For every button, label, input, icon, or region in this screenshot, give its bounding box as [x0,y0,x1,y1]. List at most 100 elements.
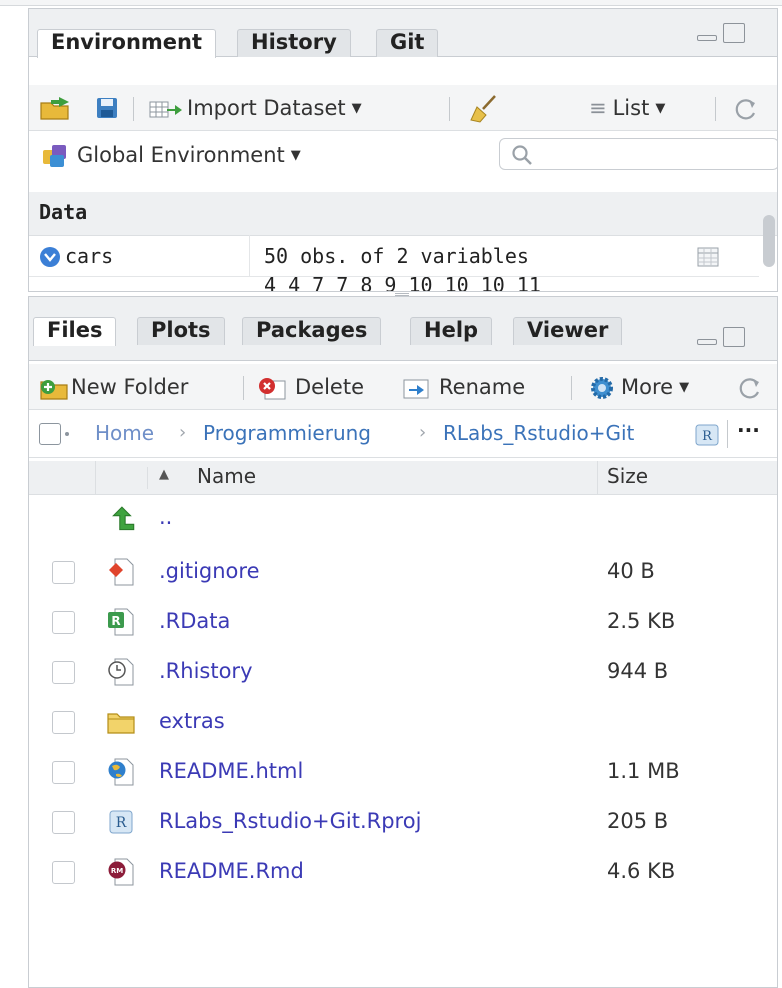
load-workspace-icon[interactable] [39,95,75,121]
files-pane: Files Plots Packages Help Viewer New Fol… [28,296,778,988]
list-lines-icon: ≡ [589,96,607,120]
breadcrumb-dot-icon [65,432,69,436]
data-section-title: Data [39,200,88,224]
environment-scrollbar[interactable] [763,215,775,267]
tab-history[interactable]: History [237,29,351,57]
history-file-icon [108,658,134,686]
environment-selector-label: Global Environment [77,143,285,167]
file-size: 40 B [607,559,655,583]
file-name[interactable]: .gitignore [159,559,260,583]
file-name[interactable]: extras [159,709,225,733]
file-checkbox[interactable] [52,561,75,584]
column-divider [597,461,598,495]
tab-files[interactable]: Files [33,317,117,346]
environment-row[interactable]: cars 50 obs. of 2 variables [29,235,759,277]
breadcrumb-separator-icon: › [179,422,187,443]
files-tabbar: Files Plots Packages Help Viewer [29,297,777,361]
column-divider [95,461,96,495]
breadcrumb-separator-icon: › [419,422,427,443]
tab-help[interactable]: Help [410,317,493,345]
environment-row-name: cars [65,244,114,268]
chevron-down-icon: ▼ [351,101,362,116]
new-folder-label: New Folder [71,375,189,399]
breadcrumb-more-button[interactable]: ··· [737,418,760,442]
environment-pane: Environment History Git Import Dataset ▼… [28,8,778,292]
breadcrumb-home[interactable]: Home [95,410,154,456]
minimize-pane-icon[interactable] [697,339,717,345]
new-folder-button[interactable]: New Folder [39,364,188,410]
file-row[interactable]: .gitignore 40 B [29,547,777,597]
select-all-checkbox[interactable] [39,423,61,445]
file-name[interactable]: .Rhistory [159,659,253,683]
file-row[interactable]: README.html 1.1 MB [29,747,777,797]
file-size: 1.1 MB [607,759,680,783]
toolbar-separator [727,420,728,448]
file-checkbox[interactable] [52,611,75,634]
toolbar-separator [243,376,244,400]
files-toolbar: New Folder Delete Rename More ▼ [29,364,777,410]
tab-git[interactable]: Git [376,29,439,57]
environment-selector[interactable]: Global Environment ▼ [41,135,301,175]
rproj-file-icon: R [109,810,133,834]
expand-data-icon[interactable] [39,246,61,268]
maximize-pane-icon[interactable] [723,23,745,43]
tab-environment[interactable]: Environment [37,29,217,58]
save-workspace-icon[interactable] [95,96,119,120]
folder-icon [107,713,135,734]
import-dataset-icon [149,101,182,118]
files-column-header: ▲ Name Size [29,461,777,495]
file-size: 4.6 KB [607,859,676,883]
tab-plots[interactable]: Plots [137,317,225,345]
delete-button[interactable]: Delete [257,364,364,410]
import-dataset-button[interactable]: Import Dataset ▼ [149,85,362,131]
name-column-header[interactable]: Name [197,464,256,488]
breadcrumb-current[interactable]: RLabs_Rstudio+Git [443,410,634,456]
window-top-edge [0,0,782,6]
svg-text:R: R [116,815,127,831]
file-row[interactable]: RM README.Rmd 4.6 KB [29,847,777,897]
file-name[interactable]: README.html [159,759,303,783]
project-icon[interactable]: R [695,424,719,446]
file-row[interactable]: .Rhistory 944 B [29,647,777,697]
data-section-header: Data [29,192,777,236]
svg-text:RM: RM [111,867,123,875]
minimize-pane-icon[interactable] [697,35,717,41]
file-size: 2.5 KB [607,609,676,633]
file-row[interactable]: extras [29,697,777,747]
chevron-down-icon: ▼ [290,148,301,163]
file-checkbox[interactable] [52,861,75,884]
file-name[interactable]: .RData [159,609,230,633]
refresh-icon[interactable] [733,96,759,122]
import-dataset-label: Import Dataset [187,96,346,120]
file-checkbox[interactable] [52,811,75,834]
environment-search-input[interactable] [499,138,777,170]
tab-viewer[interactable]: Viewer [513,317,623,345]
file-row[interactable]: R RLabs_Rstudio+Git.Rproj 205 B [29,797,777,847]
file-name[interactable]: RLabs_Rstudio+Git.Rproj [159,809,421,833]
refresh-icon[interactable] [737,375,763,401]
git-file-icon [109,558,134,586]
size-column-header[interactable]: Size [607,464,648,488]
file-name[interactable]: README.Rmd [159,859,304,883]
breadcrumb-programmierung[interactable]: Programmierung [203,410,371,456]
rename-button[interactable]: Rename [401,364,525,410]
parent-directory-row[interactable]: .. [29,497,777,547]
html-file-icon [108,758,134,786]
clear-workspace-broom-icon[interactable] [469,94,499,124]
sort-ascending-icon: ▲ [159,467,169,482]
maximize-pane-icon[interactable] [723,327,745,347]
rename-icon [403,379,429,399]
svg-text:R: R [702,429,713,444]
file-checkbox[interactable] [52,661,75,684]
view-data-grid-icon[interactable] [697,247,719,267]
parent-directory-link[interactable]: .. [159,505,172,529]
more-button[interactable]: More ▼ [587,364,689,410]
file-checkbox[interactable] [52,711,75,734]
view-mode-list-button[interactable]: ≡ List ▼ [589,85,665,131]
file-checkbox[interactable] [52,761,75,784]
environment-row-partial-value: 4 4 7 7 8 9 10 10 10 11 [264,277,541,292]
file-size: 205 B [607,809,669,833]
chevron-down-icon: ▼ [655,101,666,116]
tab-packages[interactable]: Packages [242,317,382,345]
file-row[interactable]: R .RData 2.5 KB [29,597,777,647]
